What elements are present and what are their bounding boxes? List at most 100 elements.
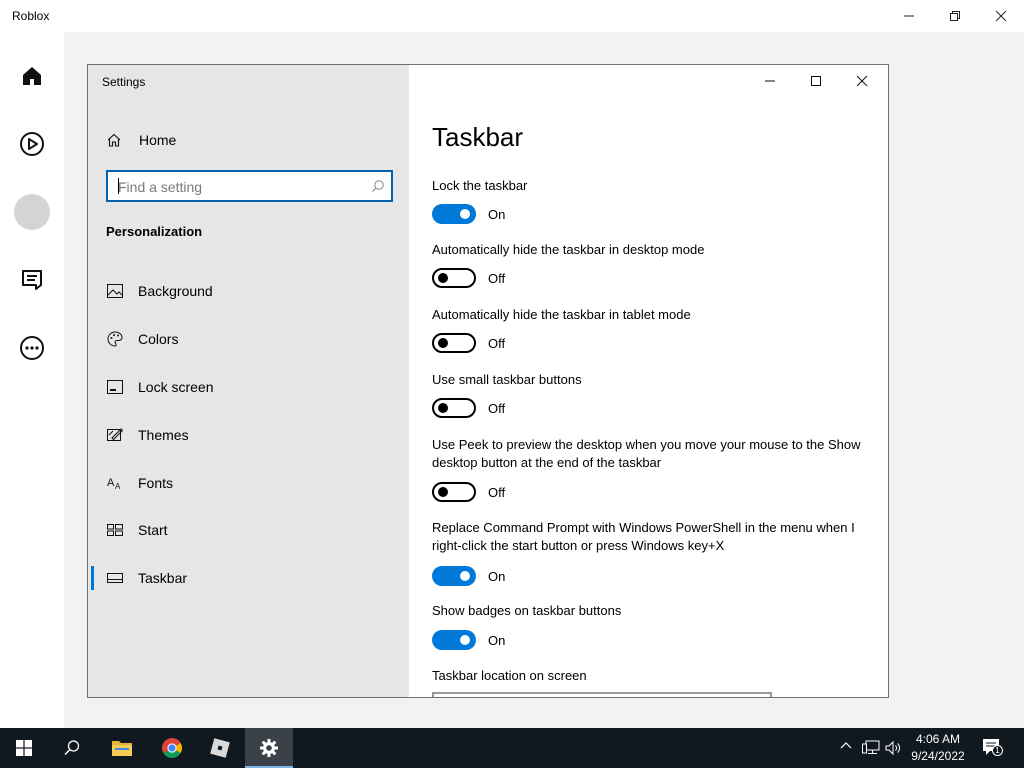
toggle-switch[interactable] (432, 333, 476, 353)
taskbar-file-explorer[interactable] (98, 728, 146, 768)
taskbar-location-dropdown[interactable] (432, 692, 772, 697)
settings-close-button[interactable] (839, 65, 885, 97)
option-label-powershell: Replace Command Prompt with Windows Powe… (432, 520, 855, 553)
toggle-state: On (488, 206, 506, 222)
toggle-switch[interactable] (432, 398, 476, 418)
option-label-peek: Use Peek to preview the desktop when you… (432, 437, 861, 470)
nav-item-label: Colors (138, 331, 179, 347)
toggle-autohide-desktop[interactable]: Off (432, 268, 505, 288)
network-icon (862, 740, 880, 754)
roblox-restore-button[interactable] (932, 0, 978, 32)
nav-item-label: Themes (138, 427, 189, 443)
notification-badge: 1 (992, 745, 1003, 756)
toggle-state: Off (488, 484, 506, 500)
taskbar-chrome[interactable] (148, 728, 196, 768)
roblox-close-button[interactable] (978, 0, 1024, 32)
search-icon (371, 179, 385, 198)
nav-home[interactable]: Home (106, 130, 176, 150)
nav-item-background[interactable]: Background (88, 271, 409, 311)
nav-item-label: Start (138, 522, 168, 538)
toggle-lock-taskbar[interactable]: On (432, 204, 505, 224)
roblox-more-button[interactable] (18, 334, 46, 362)
toggle-small-buttons[interactable]: Off (432, 398, 505, 418)
settings-window-title: Settings (102, 75, 146, 89)
roblox-discover-button[interactable] (18, 130, 46, 158)
start-icon (106, 524, 124, 536)
svg-text:A: A (107, 477, 115, 489)
toggle-switch[interactable] (432, 204, 476, 224)
roblox-chat-button[interactable] (18, 266, 46, 294)
home-icon (23, 67, 41, 85)
toggle-switch[interactable] (432, 566, 476, 586)
palette-icon (106, 331, 124, 347)
option-label-small-buttons: Use small taskbar buttons (432, 372, 582, 387)
option-label-autohide-desktop: Automatically hide the taskbar in deskto… (432, 242, 705, 257)
taskbar-settings[interactable] (245, 728, 293, 768)
roblox-minimize-button[interactable] (886, 0, 932, 32)
settings-nav-pane: Settings Home Personalization Background… (88, 65, 409, 697)
windows-start-icon (16, 740, 32, 756)
show-hidden-icons-button[interactable] (840, 740, 852, 752)
avatar[interactable] (14, 194, 50, 230)
settings-gear-icon (260, 739, 278, 757)
nav-home-label: Home (139, 132, 177, 148)
nav-item-label: Fonts (138, 475, 174, 491)
roblox-sidebar (0, 32, 64, 728)
search-input[interactable] (118, 178, 358, 196)
taskbar-roblox[interactable] (196, 728, 244, 768)
toggle-switch[interactable] (432, 268, 476, 288)
nav-item-label: Taskbar (138, 570, 188, 586)
search-box[interactable] (106, 170, 393, 202)
toggle-switch[interactable] (432, 482, 476, 502)
nav-item-lock-screen[interactable]: Lock screen (88, 367, 409, 407)
settings-content-pane: Taskbar Lock the taskbar On Automaticall… (409, 65, 888, 697)
toggle-badges[interactable]: On (432, 630, 505, 650)
network-button[interactable] (862, 740, 880, 756)
action-center-button[interactable]: 1 (982, 738, 1004, 758)
roblox-icon (210, 738, 230, 758)
taskbar-clock[interactable]: 4:06 AM 9/24/2022 (905, 731, 971, 765)
search-icon (64, 740, 80, 756)
file-explorer-icon (112, 741, 132, 756)
toggle-state: Off (488, 400, 506, 416)
option-label-autohide-tablet: Automatically hide the taskbar in tablet… (432, 307, 691, 322)
taskbar-icon (106, 573, 124, 583)
settings-minimize-button[interactable] (747, 65, 793, 97)
toggle-state: On (488, 632, 506, 648)
home-icon (106, 132, 124, 148)
image-icon (106, 284, 124, 298)
volume-button[interactable] (885, 740, 901, 756)
taskbar-search-button[interactable] (48, 728, 96, 768)
close-icon (995, 10, 1007, 22)
nav-item-start[interactable]: Start (88, 510, 409, 550)
nav-item-label: Lock screen (138, 379, 214, 395)
chrome-icon (162, 738, 182, 758)
toggle-autohide-tablet[interactable]: Off (432, 333, 505, 353)
clock-date: 9/24/2022 (911, 749, 965, 763)
svg-text:A: A (115, 482, 121, 490)
toggle-state: Off (488, 335, 506, 351)
clock-time: 4:06 AM (915, 732, 961, 746)
more-icon (20, 336, 44, 360)
settings-window: Settings Home Personalization Background… (87, 64, 889, 698)
windows-taskbar: 4:06 AM 9/24/2022 1 (0, 728, 1024, 768)
toggle-peek[interactable]: Off (432, 482, 505, 502)
lock-screen-icon (106, 380, 124, 394)
nav-item-colors[interactable]: Colors (88, 319, 409, 359)
option-label-lock-taskbar: Lock the taskbar (432, 178, 528, 193)
chat-icon (22, 270, 42, 290)
page-title: Taskbar (432, 122, 524, 152)
restore-icon (950, 11, 960, 21)
settings-maximize-button[interactable] (793, 65, 839, 97)
nav-item-taskbar[interactable]: Taskbar (88, 558, 409, 598)
nav-item-fonts[interactable]: AA Fonts (88, 463, 409, 503)
toggle-switch[interactable] (432, 630, 476, 650)
taskbar-location-label: Taskbar location on screen (432, 668, 587, 683)
roblox-home-button[interactable] (18, 62, 46, 90)
minimize-icon (765, 80, 775, 82)
toggle-powershell[interactable]: On (432, 566, 505, 586)
nav-item-themes[interactable]: Themes (88, 415, 409, 455)
themes-icon (106, 427, 124, 443)
start-button[interactable] (0, 728, 48, 768)
speaker-icon (885, 740, 900, 756)
